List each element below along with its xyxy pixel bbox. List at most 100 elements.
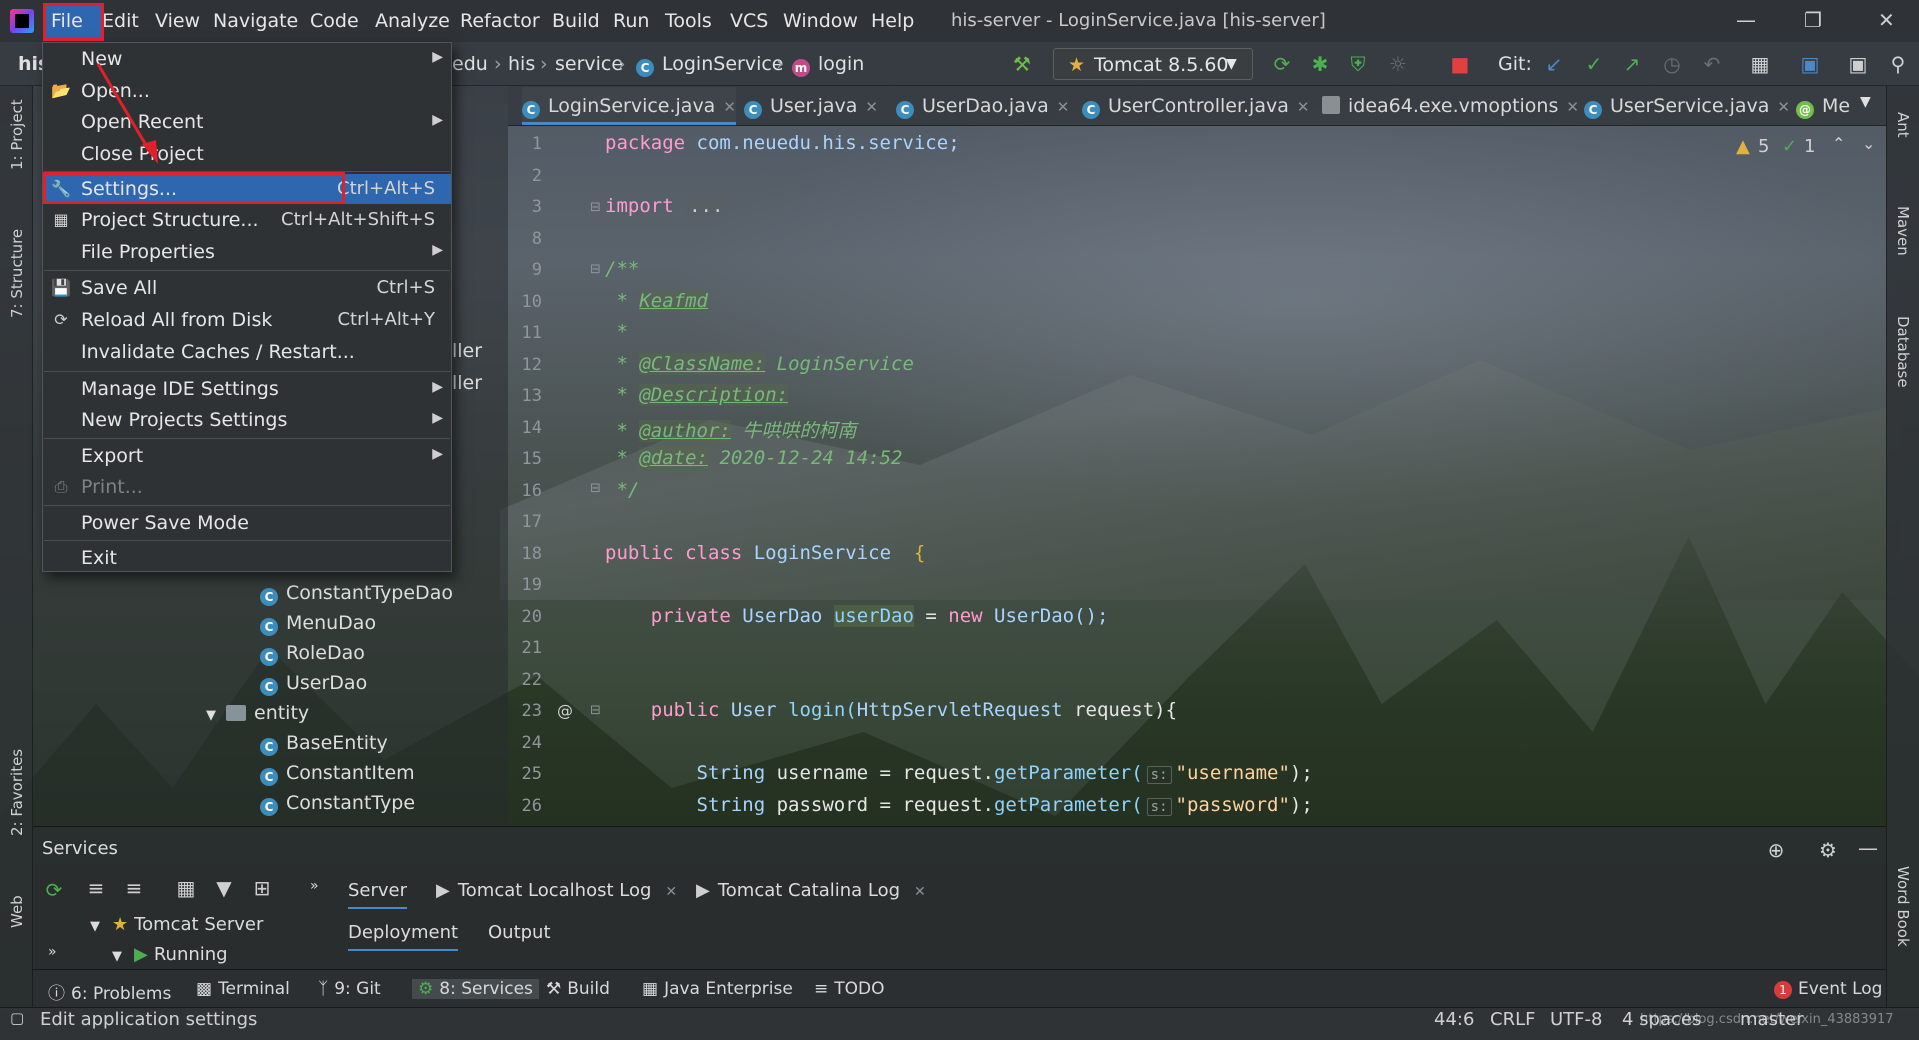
- tree-item-constanttype[interactable]: C ConstantType: [260, 792, 415, 816]
- restore-icon[interactable]: ❐: [1804, 8, 1822, 32]
- close-tab-icon[interactable]: ✕: [1297, 98, 1310, 116]
- crosshair-icon[interactable]: ⊕: [1764, 838, 1788, 862]
- code-line-15[interactable]: * @date: 2020-12-24 14:52: [605, 447, 902, 469]
- git-commit-icon[interactable]: ✓: [1582, 52, 1606, 76]
- close-tab-icon[interactable]: ✕: [865, 98, 878, 116]
- tab-usercontroller[interactable]: C UserController.java ✕: [1082, 87, 1309, 125]
- menu-item-export[interactable]: Export ▶: [43, 441, 451, 471]
- structure-tool-button[interactable]: 7: Structure: [8, 229, 26, 318]
- profile-icon[interactable]: ☼: [1386, 52, 1410, 76]
- chevron-up-icon[interactable]: ⌃: [1832, 134, 1845, 153]
- menu-item-file-properties[interactable]: File Properties ▶: [43, 237, 451, 267]
- tab-tomcat-catalina-log[interactable]: ▶ Tomcat Catalina Log ✕: [696, 880, 926, 901]
- tab-vmoptions[interactable]: idea64.exe.vmoptions ✕: [1322, 87, 1579, 125]
- menu-refactor[interactable]: Refactor: [460, 10, 540, 32]
- terminal-button[interactable]: ▩ Terminal: [196, 979, 290, 999]
- breadcrumb-service[interactable]: service: [555, 53, 623, 75]
- more-icon[interactable]: »: [48, 944, 57, 960]
- code-line-9[interactable]: /**: [605, 258, 639, 280]
- git-history-icon[interactable]: ◷: [1660, 52, 1684, 76]
- file-encoding[interactable]: UTF-8: [1550, 1009, 1602, 1030]
- translate-icon[interactable]: ▣: [1798, 52, 1822, 76]
- database-tool-button[interactable]: Database: [1894, 316, 1912, 388]
- favorites-tool-button[interactable]: 2: Favorites: [8, 749, 26, 836]
- git-rollback-icon[interactable]: ↶: [1700, 52, 1724, 76]
- warning-icon[interactable]: ▲: [1736, 136, 1750, 157]
- breadcrumb-his[interactable]: his: [508, 53, 535, 75]
- menu-item-save-all[interactable]: 💾 Save All Ctrl+S: [43, 273, 451, 303]
- code-line-23[interactable]: public User login(HttpServletRequest req…: [605, 699, 1177, 721]
- build-button[interactable]: ⚒ Build: [546, 979, 610, 999]
- chevron-down-icon[interactable]: ⌄: [1862, 134, 1875, 153]
- menu-window[interactable]: Window: [783, 10, 858, 32]
- services-tree-running[interactable]: ▼ ▶ Running: [112, 944, 228, 965]
- caret-position[interactable]: 44:6: [1434, 1009, 1474, 1030]
- build-hammer-icon[interactable]: ⚒: [1010, 52, 1034, 76]
- expand-all-icon[interactable]: ≡: [84, 876, 108, 900]
- tabs-dropdown-icon[interactable]: ▼: [1860, 94, 1871, 110]
- close-tab-icon[interactable]: ✕: [914, 884, 926, 900]
- menu-item-new-projects-settings[interactable]: New Projects Settings ▶: [43, 405, 451, 435]
- code-line-1[interactable]: package com.neuedu.his.service;: [605, 132, 960, 154]
- tree-item-menudao[interactable]: C MenuDao: [260, 612, 376, 636]
- project-structure-icon[interactable]: ▦: [1748, 52, 1772, 76]
- menu-item-reload-all[interactable]: ⟳ Reload All from Disk Ctrl+Alt+Y: [43, 305, 451, 335]
- code-line-26[interactable]: String password = request.getParameter(s…: [605, 794, 1313, 816]
- coverage-icon[interactable]: ⛨: [1346, 52, 1370, 76]
- git-push-icon[interactable]: ↗: [1620, 52, 1644, 76]
- fold-icon[interactable]: ⊟: [590, 703, 601, 718]
- menu-code[interactable]: Code: [310, 10, 359, 32]
- group-icon[interactable]: ▦: [174, 876, 198, 900]
- menu-help[interactable]: Help: [871, 10, 914, 32]
- menu-item-project-structure[interactable]: ▦ Project Structure... Ctrl+Alt+Shift+S: [43, 205, 451, 235]
- close-tab-icon[interactable]: ✕: [665, 884, 677, 900]
- tab-user[interactable]: C User.java ✕: [744, 87, 878, 125]
- event-log-button[interactable]: 1 Event Log: [1774, 979, 1882, 999]
- menu-item-exit[interactable]: Exit: [43, 543, 451, 573]
- fold-icon[interactable]: ⊟: [590, 200, 601, 215]
- git-button[interactable]: ᛉ 9: Git: [318, 979, 381, 999]
- code-line-3[interactable]: import ...: [605, 195, 728, 217]
- tab-deployment[interactable]: Deployment: [348, 922, 459, 951]
- fold-icon[interactable]: ⊟: [590, 481, 601, 496]
- services-tree-tomcat-server[interactable]: ▼ ★ Tomcat Server: [90, 914, 263, 935]
- menu-navigate[interactable]: Navigate: [213, 10, 298, 32]
- git-update-icon[interactable]: ↙: [1542, 52, 1566, 76]
- gear-icon[interactable]: ⚙: [1816, 838, 1840, 862]
- menu-run[interactable]: Run: [613, 10, 649, 32]
- close-tab-icon[interactable]: ✕: [1566, 98, 1579, 116]
- problems-button[interactable]: ⓘ 6: Problems: [48, 979, 171, 1004]
- menu-analyze[interactable]: Analyze: [375, 10, 450, 32]
- tab-loginservice[interactable]: C LoginService.java ✕: [522, 87, 736, 125]
- close-tab-icon[interactable]: ✕: [723, 98, 736, 116]
- fold-icon[interactable]: ⊟: [590, 262, 601, 277]
- menu-build[interactable]: Build: [552, 10, 600, 32]
- line-separator[interactable]: CRLF: [1490, 1009, 1535, 1030]
- code-line-12[interactable]: * @ClassName: LoginService: [605, 353, 914, 375]
- services-button[interactable]: ⚙ 8: Services: [412, 979, 539, 999]
- tab-userservice[interactable]: C UserService.java ✕: [1584, 87, 1790, 125]
- code-line-10[interactable]: * Keafmd: [605, 290, 708, 312]
- close-tab-icon[interactable]: ✕: [1777, 98, 1790, 116]
- todo-button[interactable]: ≡ TODO: [814, 979, 885, 999]
- minimize-icon[interactable]: —: [1736, 8, 1756, 32]
- tree-item-constanttypedao[interactable]: C ConstantTypeDao: [260, 582, 453, 606]
- tab-more[interactable]: @ Me: [1796, 87, 1850, 125]
- add-service-icon[interactable]: ⊞: [250, 876, 274, 900]
- menu-view[interactable]: View: [155, 10, 200, 32]
- tree-item-baseentity[interactable]: C BaseEntity: [260, 732, 388, 756]
- implements-marker-icon[interactable]: @: [557, 701, 573, 720]
- tab-tomcat-localhost-log[interactable]: ▶ Tomcat Localhost Log ✕: [436, 880, 677, 901]
- more-icon[interactable]: »: [310, 878, 319, 894]
- collapse-all-icon[interactable]: ≡: [122, 876, 146, 900]
- search-icon[interactable]: ⚲: [1886, 52, 1910, 76]
- tree-item-roledao[interactable]: C RoleDao: [260, 642, 365, 666]
- tree-item-constantitem[interactable]: C ConstantItem: [260, 762, 415, 786]
- menu-item-manage-ide-settings[interactable]: Manage IDE Settings ▶: [43, 374, 451, 404]
- tree-item-userdao[interactable]: C UserDao: [260, 672, 367, 696]
- run-config-selector[interactable]: ★ Tomcat 8.5.60 ▼: [1053, 48, 1253, 80]
- presentation-icon[interactable]: ▣: [1846, 52, 1870, 76]
- breadcrumb-edu[interactable]: edu: [452, 53, 488, 75]
- refresh-icon[interactable]: ⟳: [42, 878, 66, 902]
- code-line-11[interactable]: *: [605, 321, 627, 343]
